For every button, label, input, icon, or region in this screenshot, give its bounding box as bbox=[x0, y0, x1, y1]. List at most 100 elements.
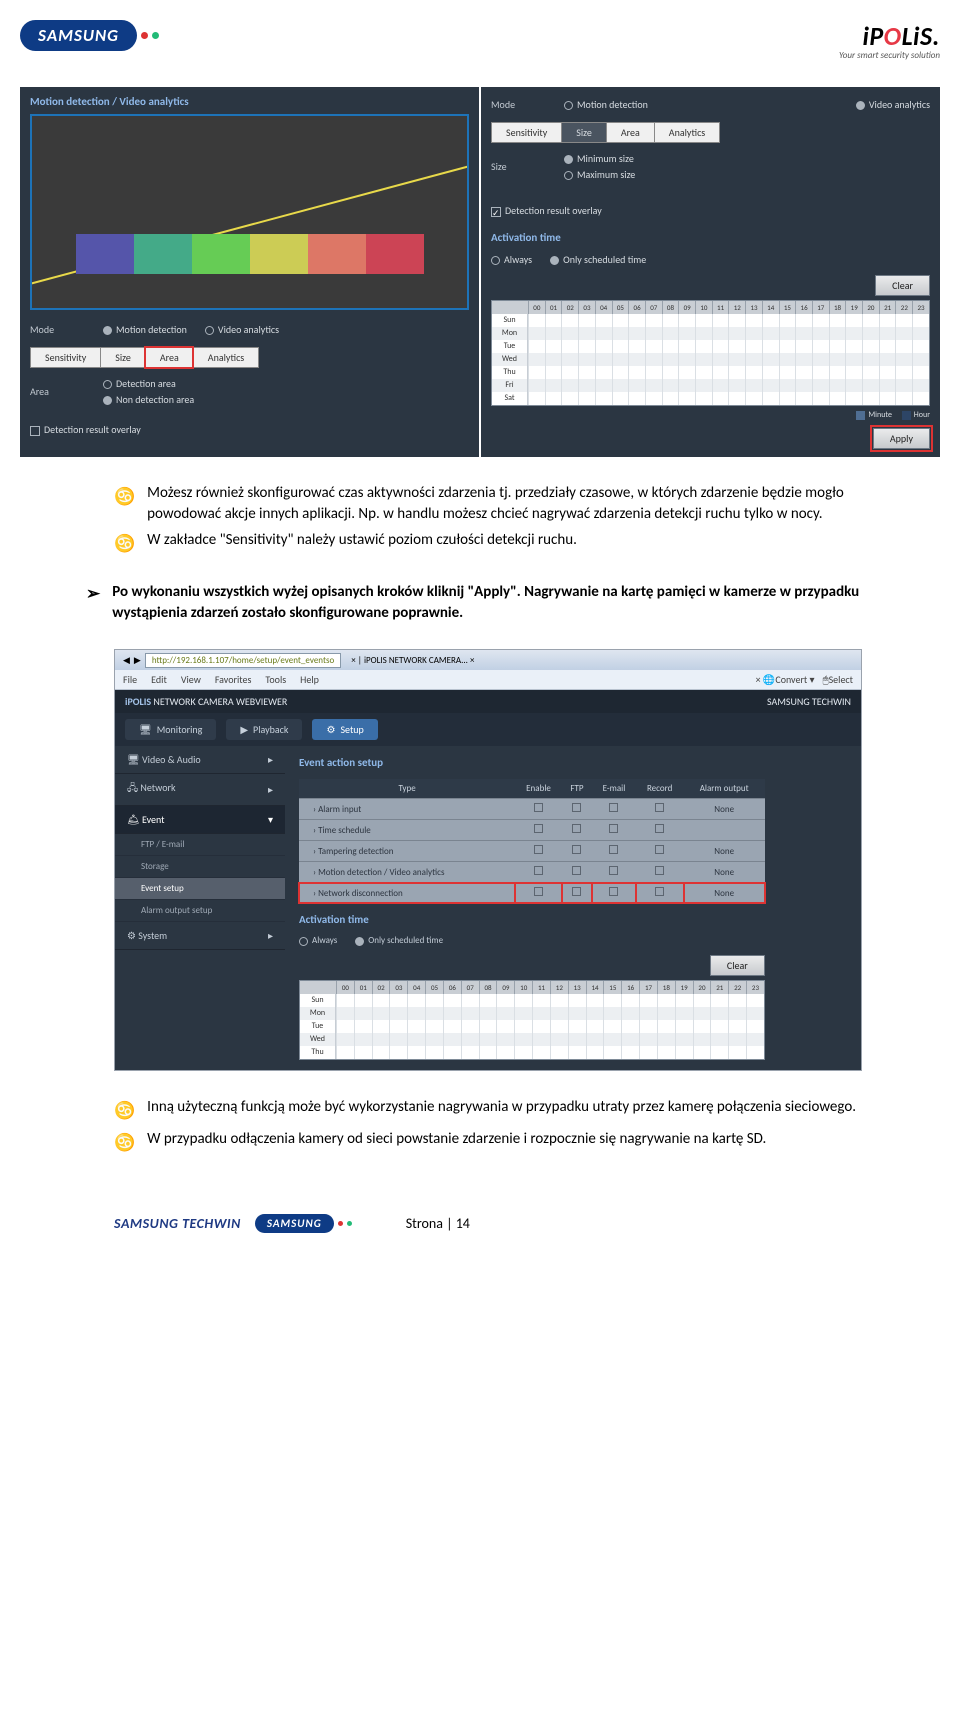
bullet-2: ♋ W zakładce "Sensitivity" należy ustawi… bbox=[114, 530, 862, 555]
radio-max-size[interactable]: Maximum size bbox=[564, 168, 635, 181]
menu-help[interactable]: Help bbox=[300, 673, 319, 686]
sidebar: 🖥 Video & Audio▸ 🖧 Network▸ 🛎 Event▾ FTP… bbox=[115, 746, 285, 1070]
select-button[interactable]: Select bbox=[829, 673, 853, 686]
led-green-icon bbox=[347, 1221, 352, 1226]
monitor-icon: 🖥 bbox=[139, 723, 152, 736]
forward-icon[interactable]: ▶ bbox=[134, 655, 141, 666]
sidebar-sub-storage[interactable]: Storage bbox=[115, 856, 285, 878]
led-red-icon bbox=[141, 32, 148, 39]
samsung-wordmark: SAMSUNG bbox=[20, 20, 137, 51]
radio-motion-detection[interactable]: Motion detection bbox=[564, 98, 648, 111]
page-number: Strona | 14 bbox=[406, 1215, 470, 1232]
browser-toolbar: ◀ ▶ http://192.168.1.107/home/setup/even… bbox=[115, 650, 861, 670]
radio-always[interactable]: Always bbox=[491, 253, 532, 266]
menu-tools[interactable]: Tools bbox=[265, 673, 286, 686]
led-red-icon bbox=[338, 1221, 343, 1226]
menu-file[interactable]: File bbox=[123, 673, 137, 686]
nav-playback[interactable]: ▶Playback bbox=[226, 719, 302, 740]
schedule-grid[interactable]: 0001020304050607080910111213141516171819… bbox=[491, 300, 930, 406]
menu-edit[interactable]: Edit bbox=[151, 673, 167, 686]
link-icon: ♋ bbox=[114, 1099, 135, 1122]
ipolis-prefix: iP bbox=[862, 20, 883, 52]
sidebar-sub-ftp[interactable]: FTP / E-mail bbox=[115, 834, 285, 856]
radio-non-detection-area[interactable]: Non detection area bbox=[103, 393, 194, 406]
app-body: 🖥 Video & Audio▸ 🖧 Network▸ 🛎 Event▾ FTP… bbox=[115, 746, 861, 1070]
gear-icon: ⚙ bbox=[326, 723, 335, 736]
chevron-right-icon: ▸ bbox=[268, 929, 273, 942]
sidebar-item-system[interactable]: ⚙ System▸ bbox=[115, 922, 285, 950]
video-preview[interactable] bbox=[30, 114, 469, 310]
back-icon[interactable]: ◀ bbox=[123, 655, 130, 666]
menu-favorites[interactable]: Favorites bbox=[215, 673, 252, 686]
menu-view[interactable]: View bbox=[181, 673, 201, 686]
checkbox-overlay[interactable]: Detection result overlay bbox=[491, 204, 930, 217]
content-panel: Event action setup TypeEnableFTPE-mailRe… bbox=[285, 746, 861, 1070]
diag-line-icon bbox=[30, 150, 469, 298]
page-footer: SAMSUNG TECHWIN SAMSUNG Strona | 14 bbox=[20, 1214, 940, 1233]
radio-motion-detection[interactable]: Motion detection bbox=[103, 323, 187, 336]
legend-minute-icon bbox=[856, 411, 865, 420]
link-icon: ♋ bbox=[114, 532, 135, 555]
mode-label: Mode bbox=[491, 98, 546, 111]
app-title-rest: NETWORK CAMERA WEBVIEWER bbox=[151, 695, 287, 708]
test-chart-strip bbox=[76, 234, 424, 274]
app-nav: 🖥Monitoring ▶Playback ⚙Setup bbox=[115, 713, 861, 746]
sidebar-sub-event-setup[interactable]: Event setup bbox=[115, 878, 285, 900]
size-label: Size bbox=[491, 160, 546, 173]
tab-size[interactable]: Size bbox=[100, 347, 145, 368]
clear-button[interactable]: Clear bbox=[710, 955, 765, 976]
apply-button[interactable]: Apply bbox=[873, 428, 930, 449]
url-field[interactable]: http://192.168.1.107/home/setup/event_ev… bbox=[145, 653, 341, 668]
ipolis-suffix: LiS. bbox=[902, 20, 940, 52]
radio-scheduled[interactable]: Only scheduled time bbox=[550, 253, 646, 266]
body-text-2: ♋ Inną użyteczną funkcją może być wykorz… bbox=[20, 1097, 940, 1154]
sidebar-item-network[interactable]: 🖧 Network▸ bbox=[115, 774, 285, 806]
schedule-grid[interactable]: 0001020304050607080910111213141516171819… bbox=[299, 980, 765, 1060]
activation-time-heading: Activation time bbox=[299, 913, 847, 926]
link-icon: ♋ bbox=[114, 1131, 135, 1154]
chevron-down-icon: ▾ bbox=[268, 813, 273, 826]
activation-time-heading: Activation time bbox=[491, 231, 930, 244]
bullet-3: ♋ Inną użyteczną funkcją może być wykorz… bbox=[114, 1097, 862, 1122]
nav-setup[interactable]: ⚙Setup bbox=[312, 719, 377, 740]
tab-size[interactable]: Size bbox=[561, 122, 606, 143]
convert-button[interactable]: Convert bbox=[775, 673, 807, 686]
techwin-logo: SAMSUNG TECHWIN bbox=[114, 1215, 241, 1232]
chevron-right-icon: ▸ bbox=[268, 753, 273, 766]
radio-detection-area[interactable]: Detection area bbox=[103, 377, 194, 390]
tab-area[interactable]: Area bbox=[145, 347, 193, 368]
screenshot-event-setup: ◀ ▶ http://192.168.1.107/home/setup/even… bbox=[114, 649, 862, 1071]
led-green-icon bbox=[152, 32, 159, 39]
sidebar-item-video[interactable]: 🖥 Video & Audio▸ bbox=[115, 746, 285, 774]
bullet-4: ♋ W przypadku odłączenia kamery od sieci… bbox=[114, 1129, 862, 1154]
clear-button[interactable]: Clear bbox=[875, 275, 930, 296]
radio-always[interactable]: Always bbox=[299, 935, 337, 946]
sidebar-item-event[interactable]: 🛎 Event▾ bbox=[115, 806, 285, 834]
tab-sensitivity[interactable]: Sensitivity bbox=[30, 347, 100, 368]
bullet-1: ♋ Możesz również skonfigurować czas akty… bbox=[114, 483, 862, 524]
radio-min-size[interactable]: Minimum size bbox=[564, 152, 635, 165]
app-titlebar: iPOLIS NETWORK CAMERA WEBVIEWER SAMSUNG … bbox=[115, 690, 861, 713]
radio-video-analytics[interactable]: Video analytics bbox=[856, 98, 930, 111]
arrow-block: ➢ Po wykonaniu wszystkich wyżej opisanyc… bbox=[86, 582, 862, 623]
nav-monitoring[interactable]: 🖥Monitoring bbox=[125, 719, 216, 740]
tabs-row: Sensitivity Size Area Analytics bbox=[491, 122, 930, 143]
tabs-row: Sensitivity Size Area Analytics bbox=[30, 347, 469, 368]
radio-video-analytics[interactable]: Video analytics bbox=[205, 323, 279, 336]
ipolis-mid: O bbox=[884, 20, 902, 52]
radio-scheduled[interactable]: Only scheduled time bbox=[355, 935, 443, 946]
tab-analytics[interactable]: Analytics bbox=[654, 122, 720, 143]
sidebar-sub-alarm-output[interactable]: Alarm output setup bbox=[115, 900, 285, 922]
page-header: SAMSUNG iPOLiS. Your smart security solu… bbox=[20, 20, 940, 61]
browser-tab-title[interactable]: iPOLIS NETWORK CAMERA... bbox=[364, 655, 468, 666]
checkbox-overlay[interactable]: Detection result overlay bbox=[30, 423, 469, 436]
tab-sensitivity[interactable]: Sensitivity bbox=[491, 122, 561, 143]
app-title-prefix: iPOLIS bbox=[125, 695, 151, 708]
body-text: ♋ Możesz również skonfigurować czas akty… bbox=[20, 483, 940, 623]
link-icon: ♋ bbox=[114, 485, 135, 524]
samsung-logo-small: SAMSUNG bbox=[255, 1214, 352, 1233]
panel-motion-detection: Motion detection / Video analytics Mode … bbox=[20, 87, 479, 457]
tab-analytics[interactable]: Analytics bbox=[193, 347, 259, 368]
chevron-right-icon: ▸ bbox=[268, 783, 273, 796]
tab-area[interactable]: Area bbox=[606, 122, 654, 143]
